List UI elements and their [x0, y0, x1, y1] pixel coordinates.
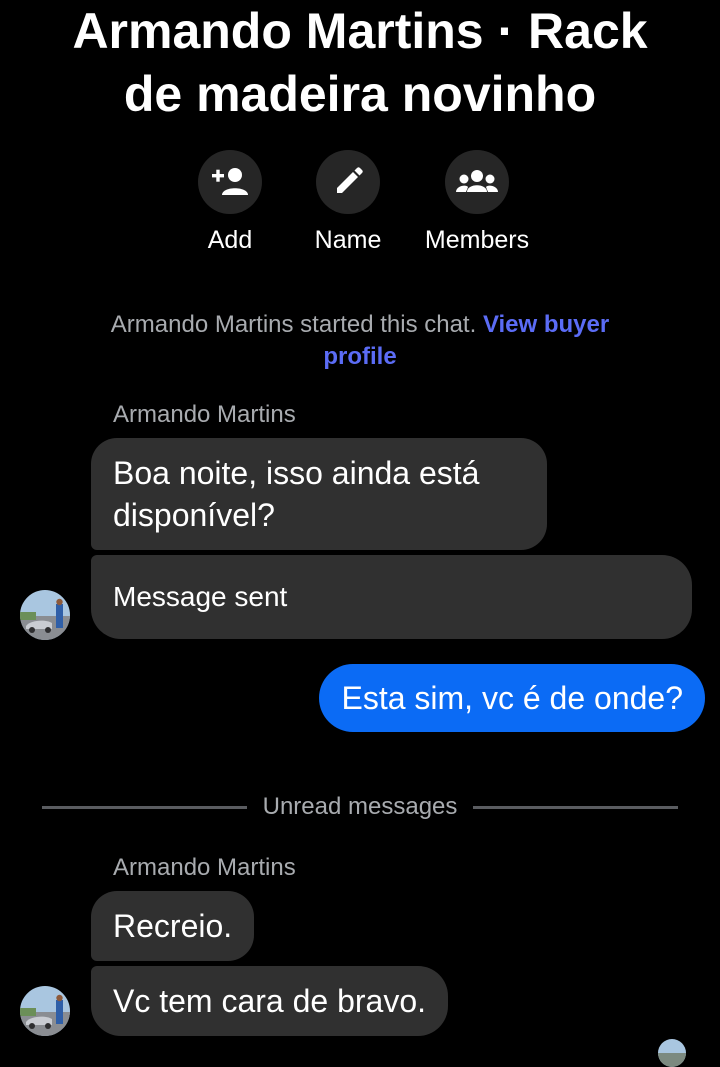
- divider-line: [42, 805, 247, 809]
- name-button[interactable]: Name: [288, 150, 408, 255]
- sender-name: Armando Martins: [113, 854, 296, 881]
- name-label: Name: [314, 226, 382, 254]
- divider-line: [473, 805, 679, 809]
- incoming-message-bubble[interactable]: Message sent: [91, 555, 692, 639]
- chat-title-line-1: Armando Martins · Rack: [72, 3, 648, 59]
- outgoing-message-bubble[interactable]: Esta sim, vc é de onde?: [319, 664, 705, 732]
- sender-avatar[interactable]: [20, 590, 70, 640]
- sender-avatar[interactable]: [20, 986, 70, 1036]
- add-label: Add: [207, 226, 253, 254]
- members-button[interactable]: Members: [417, 150, 537, 255]
- read-receipt-avatar: [658, 1039, 686, 1067]
- chat-actions: Add Name Members: [0, 150, 720, 260]
- sender-name: Armando Martins: [113, 401, 296, 428]
- incoming-message-bubble[interactable]: Recreio.: [91, 891, 255, 961]
- chat-started-note: Armando Martins started this chat. View …: [100, 309, 620, 373]
- pencil-icon: [331, 165, 365, 199]
- add-person-icon: [210, 162, 250, 202]
- unread-messages-divider: Unread messages: [42, 792, 679, 822]
- members-icon: [455, 162, 499, 202]
- incoming-message-bubble[interactable]: Vc tem cara de bravo.: [91, 966, 449, 1036]
- unread-messages-label: Unread messages: [262, 793, 458, 820]
- incoming-message-bubble[interactable]: Boa noite, isso ainda está disponível?: [91, 438, 547, 550]
- members-label: Members: [424, 226, 530, 254]
- chat-title-line-2: de madeira novinho: [123, 66, 597, 122]
- chat-started-text: Armando Martins started this chat.: [110, 311, 477, 338]
- chat-title: Armando Martins · Rack de madeira novinh…: [0, 0, 720, 126]
- add-button[interactable]: Add: [170, 150, 290, 255]
